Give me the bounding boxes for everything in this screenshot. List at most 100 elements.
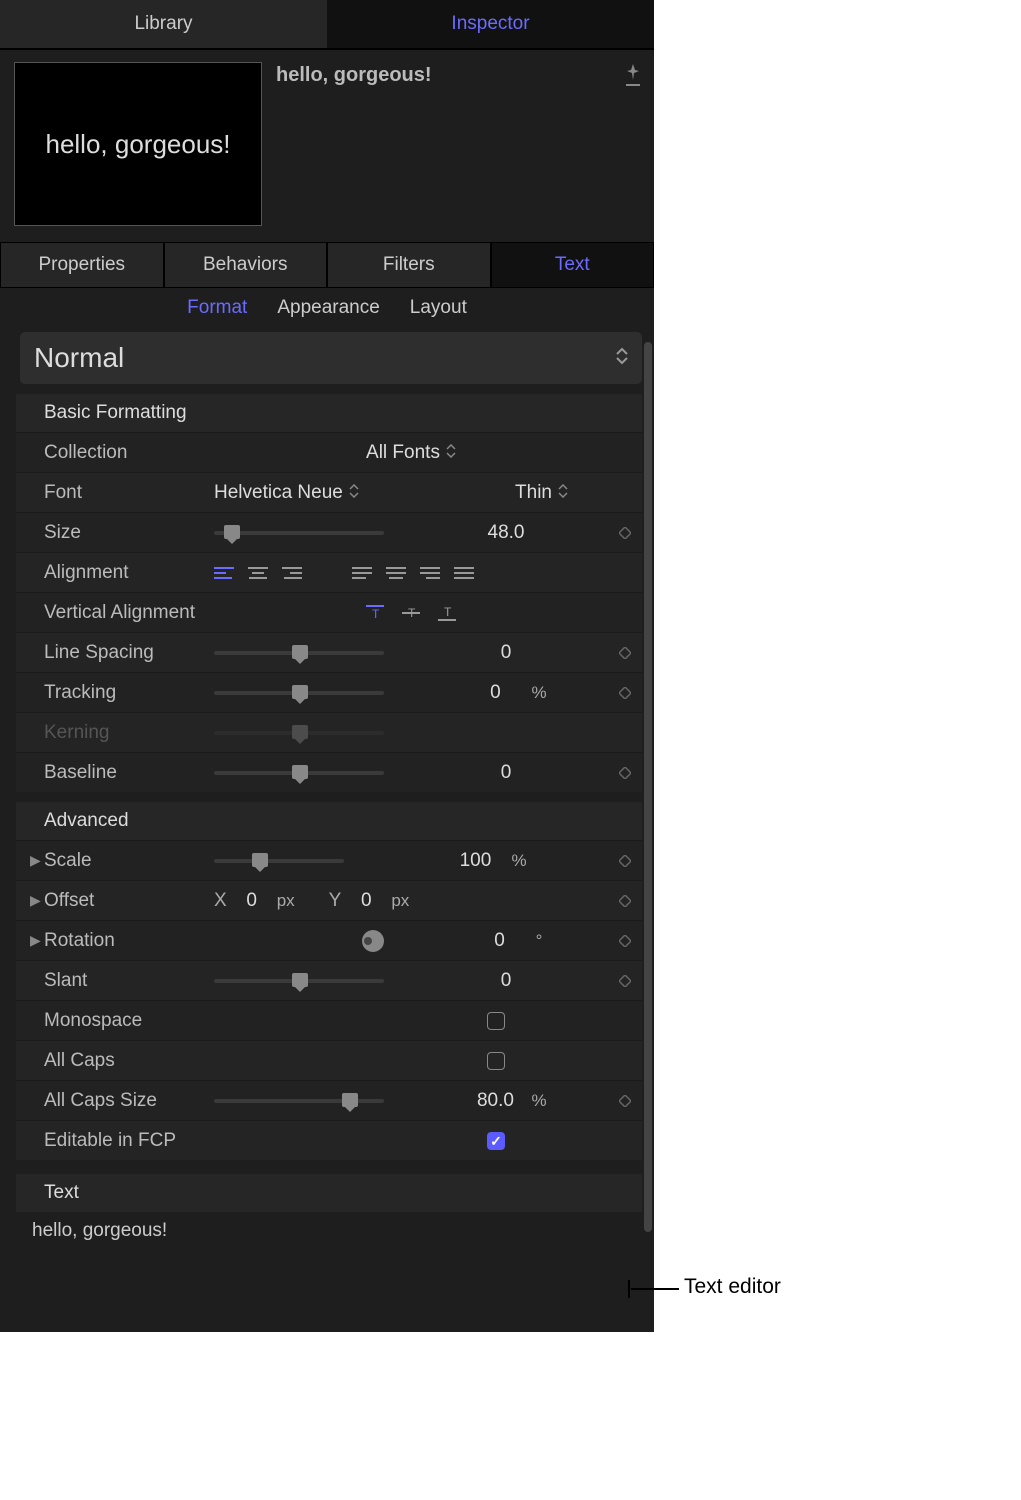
keyframe-diamond[interactable] [608,647,642,659]
keyframe-diamond[interactable] [608,687,642,699]
row-collection: Collection All Fonts [16,432,642,472]
justify-right-icon[interactable] [420,567,440,579]
scrollbar-thumb[interactable] [644,342,652,1232]
label-tracking: Tracking [44,682,214,704]
parameter-list: Normal Basic Formatting Collection All F… [0,332,654,1312]
section-basic-formatting: Basic Formatting [16,394,642,432]
valign-top-icon[interactable]: T [366,605,384,621]
justify-center-icon[interactable] [386,567,406,579]
justify-left-icon[interactable] [352,567,372,579]
keyframe-diamond[interactable] [608,895,642,907]
x-label: X [214,890,227,912]
row-editable-in-fcp: Editable in FCP [16,1120,642,1160]
row-rotation: ▶ Rotation 0° [16,920,642,960]
annotation-lead-tick [628,1280,630,1298]
valign-bottom-icon[interactable]: T [438,605,456,621]
scale-value[interactable]: 100 [445,850,505,872]
justify-full-icon[interactable] [454,567,474,579]
align-left-icon[interactable] [214,567,234,579]
tab-text[interactable]: Text [491,242,655,288]
keyframe-diamond[interactable] [608,935,642,947]
align-center-icon[interactable] [248,567,268,579]
dropdown-icon [349,482,359,504]
all-caps-size-value[interactable]: 80.0 [465,1090,525,1112]
disclosure-triangle-icon[interactable]: ▶ [30,892,41,909]
top-tabs: Library Inspector [0,0,654,50]
row-offset: ▶ Offset X 0 px Y 0 px [16,880,642,920]
rotation-dial[interactable] [362,930,384,952]
font-style-value[interactable]: Thin [515,482,568,504]
label-collection: Collection [44,442,214,464]
tab-inspector[interactable]: Inspector [327,0,654,48]
slant-slider[interactable] [214,979,384,983]
label-scale: Scale [44,850,214,872]
preview-thumbnail: hello, gorgeous! [14,62,262,226]
line-spacing-slider[interactable] [214,651,384,655]
label-slant: Slant [44,970,214,992]
percent-unit: % [511,851,526,871]
keyframe-diamond[interactable] [608,1095,642,1107]
valign-middle-icon[interactable]: T [402,605,420,621]
label-size: Size [44,522,214,544]
align-right-icon[interactable] [282,567,302,579]
tab-filters[interactable]: Filters [327,242,491,288]
inspector-panel: Library Inspector hello, gorgeous! hello… [0,0,654,1332]
label-all-caps: All Caps [44,1050,214,1072]
tracking-slider[interactable] [214,691,384,695]
all-caps-checkbox[interactable] [487,1052,505,1070]
percent-unit: % [531,1091,546,1111]
tab-properties[interactable]: Properties [0,242,164,288]
row-scale: ▶ Scale 100% [16,840,642,880]
scrollbar[interactable] [644,342,652,1242]
baseline-value[interactable]: 0 [476,762,536,784]
offset-y-value[interactable]: 0 [351,890,381,912]
row-monospace: Monospace [16,1000,642,1040]
collection-value[interactable]: All Fonts [366,442,456,464]
item-title: hello, gorgeous! [276,64,432,87]
label-offset: Offset [44,890,214,912]
text-editor[interactable]: hello, gorgeous! [20,1212,642,1312]
scale-slider[interactable] [214,859,344,863]
disclosure-triangle-icon[interactable]: ▶ [30,852,41,869]
preset-selector[interactable]: Normal [20,332,642,384]
valign-controls: T T T [366,605,456,621]
editable-in-fcp-checkbox[interactable] [487,1132,505,1150]
line-spacing-value[interactable]: 0 [476,642,536,664]
monospace-checkbox[interactable] [487,1012,505,1030]
tab-behaviors[interactable]: Behaviors [164,242,328,288]
rotation-value[interactable]: 0 [470,930,530,952]
pin-button[interactable] [624,64,642,86]
row-vertical-alignment: Vertical Alignment T T T [16,592,642,632]
offset-x-value[interactable]: 0 [237,890,267,912]
keyframe-diamond[interactable] [608,527,642,539]
degree-unit: ° [536,931,543,951]
disclosure-triangle-icon[interactable]: ▶ [30,932,41,949]
annotation-lead-line [631,1288,679,1290]
slant-value[interactable]: 0 [476,970,536,992]
size-slider[interactable] [214,531,384,535]
row-all-caps-size: All Caps Size 80.0% [16,1080,642,1120]
row-all-caps: All Caps [16,1040,642,1080]
y-label: Y [329,890,342,912]
px-unit: px [277,891,295,911]
percent-unit: % [531,683,546,703]
tab-library[interactable]: Library [0,0,327,48]
all-caps-size-slider[interactable] [214,1099,384,1103]
row-baseline: Baseline 0 [16,752,642,792]
annotation-text-editor: Text editor [684,1275,781,1299]
font-family-value[interactable]: Helvetica Neue [214,482,359,504]
baseline-slider[interactable] [214,771,384,775]
keyframe-diamond[interactable] [608,855,642,867]
text-subtabs: Format Appearance Layout [0,288,654,328]
size-value[interactable]: 48.0 [476,522,536,544]
subtab-format[interactable]: Format [187,297,247,319]
row-tracking: Tracking 0% [16,672,642,712]
subtab-layout[interactable]: Layout [410,297,467,319]
tracking-value[interactable]: 0 [465,682,525,704]
label-all-caps-size: All Caps Size [44,1090,214,1112]
keyframe-diamond[interactable] [608,975,642,987]
subtab-appearance[interactable]: Appearance [277,297,379,319]
keyframe-diamond[interactable] [608,767,642,779]
label-font: Font [44,482,214,504]
section-text: Text [16,1174,642,1212]
